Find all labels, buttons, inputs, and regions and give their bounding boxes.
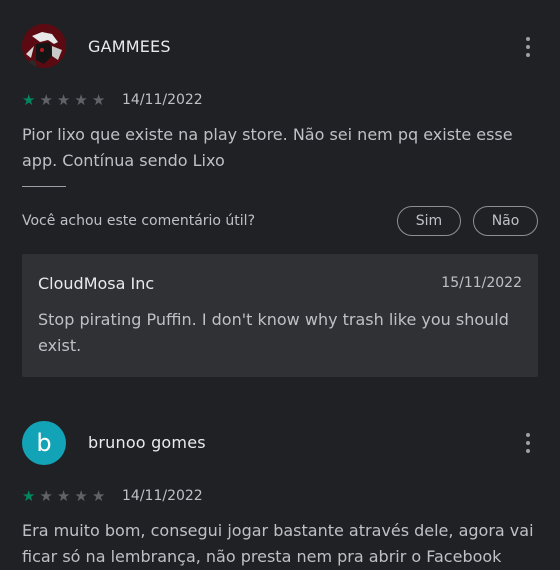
review-date: 14/11/2022 [122, 488, 203, 504]
review-author: brunoo gomes [88, 433, 206, 452]
star-icon: ★ [22, 487, 36, 505]
star-icon: ★ [74, 487, 88, 505]
review-card: b brunoo gomes ★ ★ ★ ★ ★ 14/11/2022 Era … [0, 0, 560, 566]
review-text: Era muito bom, consegui jogar bastante a… [22, 521, 534, 566]
more-vert-icon[interactable] [518, 431, 538, 455]
star-icon: ★ [56, 487, 71, 505]
star-icon: ★ [39, 487, 53, 505]
avatar: b [22, 421, 66, 465]
star-rating: ★ ★ ★ ★ ★ [22, 488, 105, 504]
star-icon: ★ [91, 487, 106, 505]
